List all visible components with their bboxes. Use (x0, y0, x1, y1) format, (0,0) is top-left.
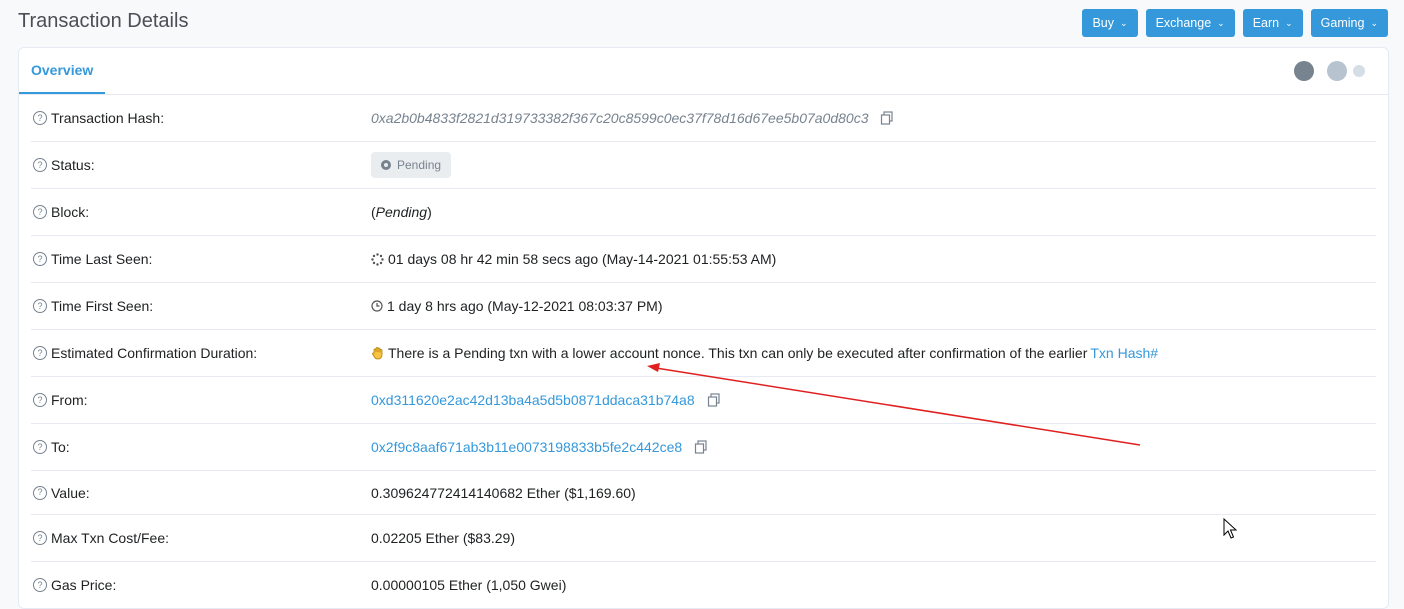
estimated-confirmation-value: There is a Pending txn with a lower acco… (388, 345, 1088, 361)
status-badge-label: Pending (397, 158, 442, 172)
row-label: Status: (51, 157, 95, 173)
question-icon[interactable]: ? (33, 252, 47, 266)
transaction-card: Overview ? Transaction Hash: 0xa2b0b4833f… (18, 47, 1389, 609)
question-icon[interactable]: ? (33, 485, 47, 500)
from-address-link[interactable]: 0xd311620e2ac42d13ba4a5d5b0871ddaca31b74… (371, 392, 695, 408)
gaming-button[interactable]: Gaming ⌄ (1310, 9, 1388, 37)
block-paren-close: ) (427, 204, 432, 220)
copy-icon[interactable] (694, 440, 708, 454)
chevron-down-icon: ⌄ (1285, 17, 1293, 28)
card-header: Overview (19, 48, 1388, 95)
row-label: Transaction Hash: (51, 110, 165, 126)
question-icon[interactable]: ? (33, 393, 47, 407)
gas-price-value: 0.00000105 Ether (1,050 Gwei) (371, 577, 567, 593)
copy-icon[interactable] (707, 393, 721, 407)
row-max-txn-fee: ? Max Txn Cost/Fee: 0.02205 Ether ($83.29… (31, 515, 1376, 562)
chevron-down-icon: ⌄ (1120, 17, 1128, 28)
to-address-link[interactable]: 0x2f9c8aaf671ab3b11e0073198833b5fe2c442c… (371, 439, 682, 455)
transaction-hash-value: 0xa2b0b4833f2821d319733382f367c20c8599c0… (371, 110, 869, 126)
row-label: To: (51, 439, 70, 455)
mouse-cursor-icon (1223, 518, 1237, 539)
question-icon[interactable]: ? (33, 578, 47, 592)
status-badge: Pending (371, 152, 452, 178)
question-icon[interactable]: ? (33, 205, 47, 219)
value-amount: 0.309624772414140682 Ether ($1,169.60) (371, 484, 636, 501)
row-status: ? Status: Pending (31, 142, 1376, 189)
loading-dot-icon (1294, 61, 1314, 81)
row-value: ? Value: 0.309624772414140682 Ether ($1,1… (31, 471, 1376, 515)
buy-button-label: Buy (1092, 16, 1115, 30)
row-gas-price: ? Gas Price: 0.00000105 Ether (1,050 Gwei… (31, 562, 1376, 608)
copy-icon[interactable] (880, 111, 894, 125)
row-label: Time First Seen: (51, 298, 154, 314)
spinner-icon (371, 252, 384, 266)
loading-dot-icon (1327, 61, 1347, 81)
question-icon[interactable]: ? (33, 346, 47, 360)
block-value: Pending (375, 204, 428, 220)
row-label: Max Txn Cost/Fee: (51, 530, 170, 546)
row-time-first-seen: ? Time First Seen: 1 day 8 hrs ago (May-1… (31, 283, 1376, 330)
chevron-down-icon: ⌄ (1217, 17, 1225, 28)
question-icon[interactable]: ? (33, 158, 47, 172)
time-first-seen-value: 1 day 8 hrs ago (May-12-2021 08:03:37 PM… (387, 298, 663, 314)
row-label: Block: (51, 204, 90, 220)
row-time-last-seen: ? Time Last Seen: 01 days 08 hr 42 min 58… (31, 236, 1376, 283)
pending-dot-icon (381, 160, 391, 170)
question-icon[interactable]: ? (33, 111, 47, 125)
loading-dot-icon (1353, 65, 1365, 77)
row-label: Value: (51, 484, 90, 501)
row-estimated-confirmation: ? Estimated Confirmation Duration: There … (31, 330, 1376, 377)
question-icon[interactable]: ? (33, 299, 47, 313)
chevron-down-icon: ⌄ (1370, 17, 1378, 28)
row-label: Time Last Seen: (51, 251, 153, 267)
row-block: ? Block: (Pending) (31, 189, 1376, 236)
row-label: Estimated Confirmation Duration: (51, 345, 258, 361)
row-label: From: (51, 392, 88, 408)
max-fee-value: 0.02205 Ether ($83.29) (371, 530, 515, 546)
exchange-button[interactable]: Exchange ⌄ (1145, 9, 1235, 37)
gaming-button-label: Gaming (1320, 16, 1365, 30)
question-icon[interactable]: ? (33, 531, 47, 545)
exchange-button-label: Exchange (1155, 16, 1212, 30)
details-list: ? Transaction Hash: 0xa2b0b4833f2821d3197… (31, 95, 1376, 608)
question-icon[interactable]: ? (33, 440, 47, 454)
clock-icon (371, 300, 383, 312)
earn-button[interactable]: Earn ⌄ (1242, 9, 1303, 37)
row-from: ? From: 0xd311620e2ac42d13ba4a5d5b0871dda… (31, 377, 1376, 424)
header-button-group: Buy ⌄ Exchange ⌄ Earn ⌄ Gaming ⌄ (1082, 9, 1388, 37)
row-label: Gas Price: (51, 577, 117, 593)
earn-button-label: Earn (1252, 16, 1280, 30)
tab-overview[interactable]: Overview (19, 48, 106, 94)
time-last-seen-value: 01 days 08 hr 42 min 58 secs ago (May-14… (388, 251, 777, 267)
row-transaction-hash: ? Transaction Hash: 0xa2b0b4833f2821d3197… (31, 95, 1376, 142)
hand-icon (372, 347, 383, 360)
page-title: Transaction Details (18, 10, 189, 32)
row-to: ? To: 0x2f9c8aaf671ab3b11e0073198833b5fe2… (31, 424, 1376, 471)
txn-hash-link[interactable]: Txn Hash# (1090, 345, 1158, 361)
buy-button[interactable]: Buy ⌄ (1082, 9, 1138, 37)
